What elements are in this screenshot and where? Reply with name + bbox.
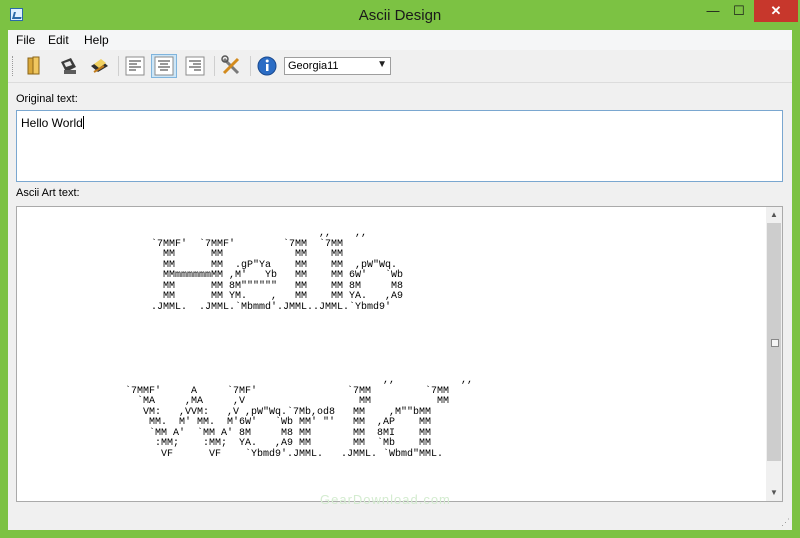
ascii-art-hello: ,, ,, `7MMF' `7MMF' `7MM `7MM MM MM MM M… [151,228,404,313]
window-title: Ascii Design [358,7,442,24]
align-center-icon [154,56,174,76]
info-button[interactable] [254,54,280,78]
ascii-art-world: ,, ,, `7MMF' A `7MF' `7MM `7MM `MA ,MA ,… [125,375,474,460]
align-left-icon [125,56,145,76]
toolbar-separator [250,56,251,76]
menu-file[interactable]: File [16,33,35,47]
toolbar-separator [214,56,215,76]
menu-help[interactable]: Help [84,33,109,47]
print-button[interactable] [86,54,112,78]
print-icon [91,59,108,73]
watermark: GearDownload.com [320,492,451,507]
save-icon [61,58,76,74]
toolbar: Georgia11 ▼ [8,50,792,83]
ascii-art-output[interactable]: ,, ,, `7MMF' `7MMF' `7MM `7MM MM MM MM M… [16,206,783,502]
client-area: File Edit Help Georgia11 ▼ Original text… [8,30,792,530]
app-window: Ascii Design — ☐ ✕ File Edit Help Georgi… [0,0,800,538]
scroll-up-icon[interactable]: ▲ [766,207,782,223]
close-button[interactable]: ✕ [754,0,798,22]
minimize-button[interactable]: — [700,0,726,22]
open-icon [27,56,40,75]
settings-icon [221,55,240,75]
original-text-value: Hello World [21,116,83,130]
toolbar-separator [118,56,119,76]
scrollbar-thumb[interactable] [767,223,781,461]
title-bar[interactable]: Ascii Design — ☐ ✕ [0,0,800,30]
menu-bar: File Edit Help [8,30,792,50]
align-right-button[interactable] [182,54,208,78]
toolbar-grip[interactable] [12,56,16,76]
original-text-label: Original text: [16,93,78,105]
font-selector[interactable]: Georgia11 ▼ [284,57,391,75]
text-caret [82,116,84,129]
original-text-input[interactable]: Hello World [16,110,783,182]
open-button[interactable] [20,54,46,78]
align-right-icon [185,56,205,76]
maximize-button[interactable]: ☐ [726,0,752,22]
resize-grip-icon[interactable]: ⋰ [781,517,790,528]
ascii-art-label: Ascii Art text: [16,187,80,199]
menu-edit[interactable]: Edit [48,33,69,47]
chevron-down-icon[interactable]: ▼ [377,57,387,73]
vertical-scrollbar[interactable]: ▲ ▼ [766,207,782,501]
settings-button[interactable] [218,54,244,78]
font-selector-value: Georgia11 [288,60,339,72]
align-center-button[interactable] [151,54,177,78]
save-button[interactable] [55,54,81,78]
scroll-down-icon[interactable]: ▼ [766,485,782,501]
info-icon [257,56,277,76]
align-left-button[interactable] [122,54,148,78]
